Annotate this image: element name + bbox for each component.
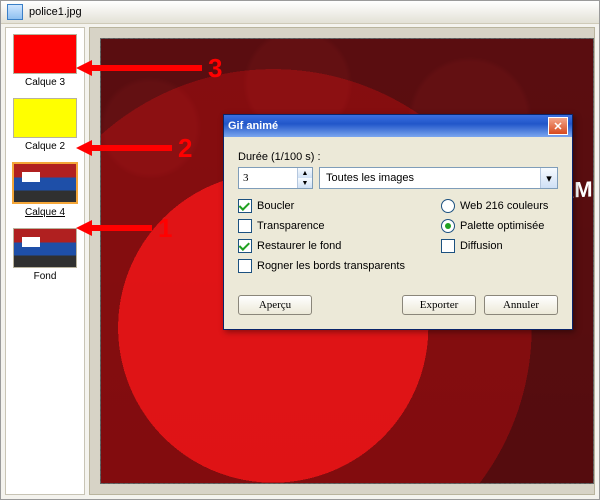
dialog-body: Durée (1/100 s) : ▲ ▼ Toutes les images … [224, 137, 572, 329]
layer-label: Calque 4 [12, 207, 78, 218]
loop-checkbox[interactable]: Boucler [238, 199, 405, 213]
trim-edges-checkbox[interactable]: Rogner les bords transparents [238, 259, 405, 273]
checkbox-icon [238, 219, 252, 233]
chevron-down-icon: ▾ [540, 168, 557, 188]
checkbox-label: Diffusion [460, 240, 503, 252]
radio-label: Palette optimisée [460, 220, 544, 232]
window-filename: police1.jpg [29, 6, 82, 18]
spin-down-button[interactable]: ▼ [298, 178, 312, 188]
checkbox-icon [238, 259, 252, 273]
restore-bg-checkbox[interactable]: Restaurer le fond [238, 239, 405, 253]
file-icon [7, 4, 23, 20]
window-titlebar: police1.jpg [1, 1, 599, 24]
close-icon: ✕ [553, 120, 562, 133]
close-button[interactable]: ✕ [548, 117, 568, 135]
dither-checkbox[interactable]: Diffusion [441, 239, 548, 253]
radio-icon [441, 199, 455, 213]
duration-stepper[interactable]: ▲ ▼ [238, 167, 313, 189]
radio-icon [441, 219, 455, 233]
spin-up-button[interactable]: ▲ [298, 168, 312, 178]
layer-label: Calque 3 [12, 77, 78, 88]
scope-value: Toutes les images [320, 172, 540, 184]
layer-item[interactable]: Fond [12, 228, 78, 282]
radio-label: Web 216 couleurs [460, 200, 548, 212]
export-button[interactable]: Exporter [402, 295, 476, 315]
transparency-checkbox[interactable]: Transparence [238, 219, 405, 233]
layer-item[interactable]: Calque 3 [12, 34, 78, 88]
checkbox-icon [238, 239, 252, 253]
checkbox-label: Boucler [257, 200, 294, 212]
gif-dialog: Gif animé ✕ Durée (1/100 s) : ▲ ▼ Toutes… [223, 114, 573, 330]
checkbox-icon [238, 199, 252, 213]
palette-web216-radio[interactable]: Web 216 couleurs [441, 199, 548, 213]
layers-panel: Calque 3 Calque 2 Calque 4 Fond [5, 27, 85, 495]
layer-label: Calque 2 [12, 141, 78, 152]
scope-combobox[interactable]: Toutes les images ▾ [319, 167, 558, 189]
checkbox-label: Rogner les bords transparents [257, 260, 405, 272]
preview-button[interactable]: Aperçu [238, 295, 312, 315]
layer-thumbnail [13, 34, 77, 74]
layer-thumbnail [13, 228, 77, 268]
palette-optimized-radio[interactable]: Palette optimisée [441, 219, 548, 233]
dialog-title: Gif animé [228, 120, 278, 132]
cancel-button[interactable]: Annuler [484, 295, 558, 315]
duration-label: Durée (1/100 s) : [238, 151, 558, 163]
checkbox-label: Restaurer le fond [257, 240, 341, 252]
layer-thumbnail [13, 98, 77, 138]
dialog-titlebar[interactable]: Gif animé ✕ [224, 115, 572, 137]
layer-item[interactable]: Calque 2 [12, 98, 78, 152]
checkbox-label: Transparence [257, 220, 324, 232]
layer-label: Fond [12, 271, 78, 282]
duration-input[interactable] [239, 168, 297, 188]
layer-item[interactable]: Calque 4 [12, 162, 78, 218]
checkbox-icon [441, 239, 455, 253]
layer-thumbnail-selected [12, 162, 78, 204]
